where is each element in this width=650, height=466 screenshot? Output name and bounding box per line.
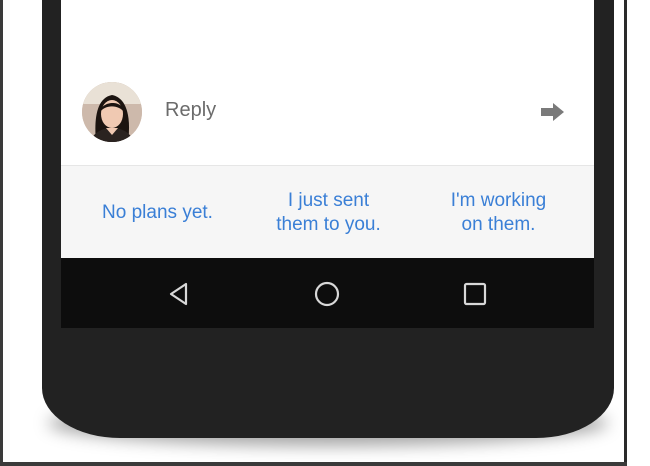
frame-border-right [624, 0, 627, 466]
recents-square-icon [463, 282, 487, 306]
send-button[interactable] [537, 97, 569, 127]
back-button[interactable] [161, 276, 197, 312]
avatar [82, 82, 142, 142]
home-button[interactable] [309, 276, 345, 312]
arrow-right-icon [541, 103, 564, 121]
smart-reply-bar: No plans yet. I just sent them to you. I… [61, 165, 594, 258]
system-nav-bar [61, 258, 594, 328]
phone-screen: Reply No plans yet. I just sent them to … [61, 0, 594, 258]
smart-reply-no-plans[interactable]: No plans yet. [75, 166, 240, 259]
back-triangle-icon [169, 282, 188, 306]
recents-button[interactable] [457, 276, 493, 312]
smart-reply-working-on-them[interactable]: I'm working on them. [416, 166, 581, 259]
reply-bar: Reply [61, 0, 594, 165]
user-avatar-photo [82, 82, 142, 142]
frame-border-bottom [0, 462, 627, 466]
frame-border-left [0, 0, 3, 466]
smart-reply-sent-them[interactable]: I just sent them to you. [246, 166, 411, 259]
home-circle-icon [314, 281, 340, 307]
reply-input[interactable]: Reply [165, 99, 216, 122]
